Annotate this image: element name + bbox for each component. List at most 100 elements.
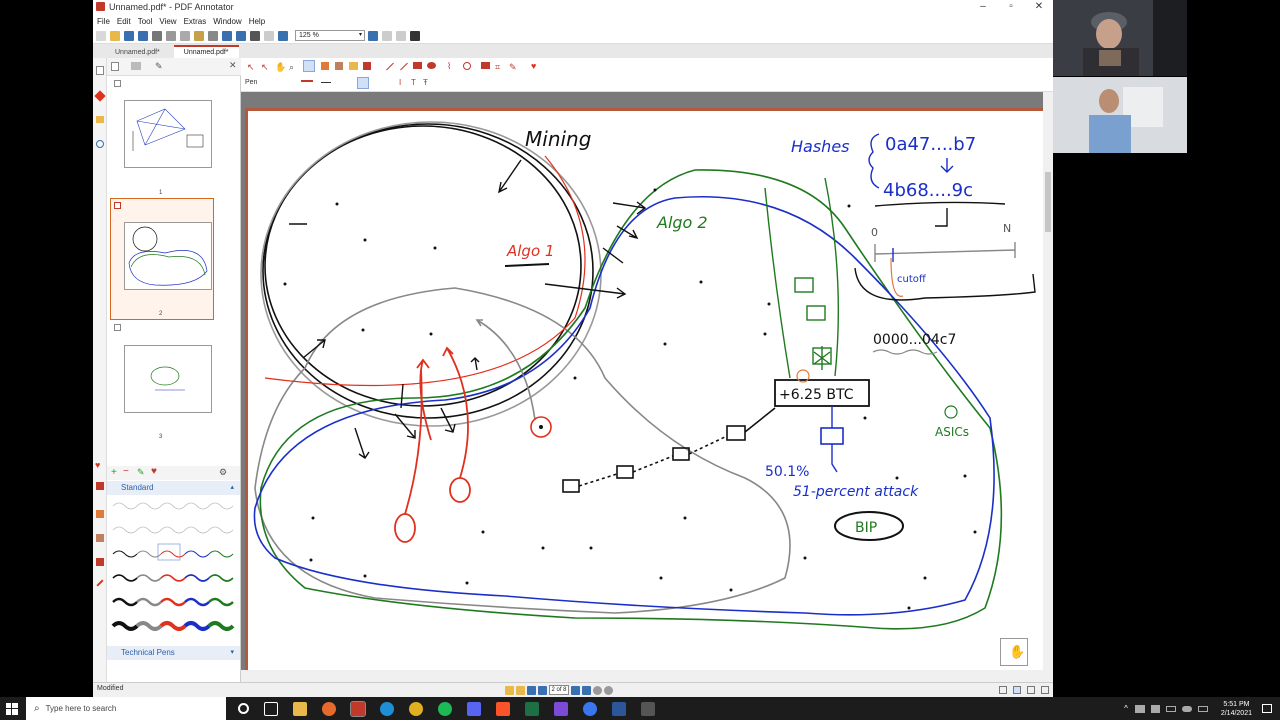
fit-width-icon[interactable] [382,30,392,41]
scroll-thumb[interactable] [1045,172,1051,232]
save-icon[interactable] [124,30,134,41]
pdf-page[interactable]: Mining Algo 1 Algo 2 +6.25 BTC 50.1% 51-… [245,108,1043,670]
cloud-icon[interactable] [1181,705,1192,712]
eraser-icon[interactable] [96,534,104,542]
forward-button[interactable] [604,685,613,695]
vertical-scrollbar[interactable] [1043,92,1053,670]
menu-help[interactable]: Help [249,17,265,26]
battery-icon[interactable] [1165,705,1176,712]
image-tool-icon[interactable] [349,62,358,70]
zoom-out-icon[interactable] [278,30,288,41]
menu-extras[interactable]: Extras [184,17,207,26]
view-grid-icon[interactable] [1041,686,1049,694]
ellipse-tool-icon[interactable] [427,62,436,69]
prev-page-button[interactable] [538,685,547,695]
keyboard-icon[interactable] [1197,705,1208,712]
new-file-icon[interactable] [96,30,106,41]
zoom-select[interactable]: 125 % ▾ [295,30,365,41]
first-page-icon[interactable] [505,685,514,695]
fullscreen-icon[interactable] [410,30,420,41]
signal-icon[interactable] [583,701,597,716]
clock[interactable]: 5:51 PM 2/14/2021 [1221,700,1252,718]
last-page-button[interactable] [582,685,591,695]
spotify-icon[interactable] [438,701,452,716]
rectangle-tool-icon[interactable] [413,62,422,69]
cut-icon[interactable] [166,30,176,41]
marker-icon[interactable] [96,482,104,490]
crop-tool-icon[interactable]: ⌗ [495,62,500,73]
pdf-annotator-icon[interactable] [350,700,366,717]
next-page-button[interactable] [571,685,580,695]
page-icon[interactable] [264,30,274,41]
menu-edit[interactable]: Edit [117,17,131,26]
paste-icon[interactable] [194,30,204,41]
add-pen-icon[interactable]: + [111,467,117,478]
delete-icon[interactable] [208,30,218,41]
heart-icon[interactable]: ♥ [95,460,100,470]
tab-document-2[interactable]: Unnamed.pdf* [173,45,239,58]
pen-tool-icon[interactable] [303,60,315,72]
network-icon[interactable] [1134,704,1145,713]
pen-color-icon[interactable] [301,80,313,82]
eraser-tool-icon[interactable] [335,62,343,70]
camera-app-icon[interactable] [641,701,655,716]
remove-pen-icon[interactable]: − [123,466,129,477]
pens-section-technical[interactable]: Technical Pens ▾ [107,646,240,660]
pen-app-icon[interactable] [554,701,568,716]
stamp-icon[interactable] [96,558,104,566]
highlighter-tool-icon[interactable] [321,62,329,70]
redo-icon[interactable] [236,30,246,41]
file-explorer-icon[interactable] [293,701,307,716]
copy-icon[interactable] [180,30,190,41]
close-button[interactable]: ✕ [1025,0,1053,14]
thumbnail-3-checkbox[interactable] [114,324,121,331]
view-double-icon[interactable] [1013,686,1021,694]
note-tool-icon[interactable] [463,62,471,70]
task-view-icon[interactable] [264,701,278,716]
new-page-icon[interactable] [111,62,119,71]
smooth-icon[interactable] [357,77,369,89]
start-button[interactable] [0,697,24,720]
line-tool-icon[interactable] [386,62,394,71]
tab-document-1[interactable]: Unnamed.pdf* [105,47,170,58]
fit-page-icon[interactable] [396,30,406,41]
word-icon[interactable] [612,701,626,716]
font-icon[interactable]: I [399,78,401,87]
close-panel-icon[interactable]: ✕ [229,60,237,71]
page-input[interactable]: 2 of 8 [549,685,569,695]
view-options-icon[interactable] [131,62,141,70]
wrench-icon[interactable]: ✎ [155,61,163,72]
highlighter-icon[interactable] [96,510,104,518]
edit-pen-icon[interactable]: ✎ [137,467,145,478]
find-icon[interactable] [250,30,260,41]
taskbar-search[interactable]: ⌕ Type here to search [26,697,226,720]
chrome-icon[interactable] [409,701,423,716]
select-text-icon[interactable]: ↖ [261,62,269,73]
chevron-up-icon[interactable]: ^ [1124,704,1128,713]
horizontal-scrollbar[interactable] [241,670,1043,680]
pen-width-icon[interactable] [321,82,331,83]
first-page-button[interactable] [527,685,536,695]
pen-icon[interactable] [94,90,106,102]
thumbnail-page-2[interactable] [124,222,212,290]
zoom-in-icon[interactable] [368,30,378,41]
menu-view[interactable]: View [159,17,176,26]
minimize-button[interactable]: – [969,0,997,14]
thumbnail-2-checkbox[interactable] [114,202,121,209]
bold-icon[interactable]: T [411,78,416,87]
notifications-icon[interactable] [1262,704,1272,713]
document-view[interactable]: Mining Algo 1 Algo 2 +6.25 BTC 50.1% 51-… [241,92,1043,670]
favorite-icon[interactable]: ♥ [151,466,157,477]
page-icon[interactable] [96,66,104,75]
bookmark-icon[interactable] [516,685,525,695]
back-button[interactable] [593,685,602,695]
arrow-icon[interactable] [96,579,104,587]
text-tool-icon[interactable]: ⌇ [447,61,451,72]
select-arrow-icon[interactable]: ↖ [247,62,255,73]
attachment-icon[interactable] [96,140,104,148]
hand-icon[interactable]: ✋ [275,62,286,73]
brush-tool-icon[interactable]: ✎ [509,62,517,73]
excel-icon[interactable] [525,701,539,716]
thumbnail-1-checkbox[interactable] [114,80,121,87]
menu-tool[interactable]: Tool [138,17,153,26]
